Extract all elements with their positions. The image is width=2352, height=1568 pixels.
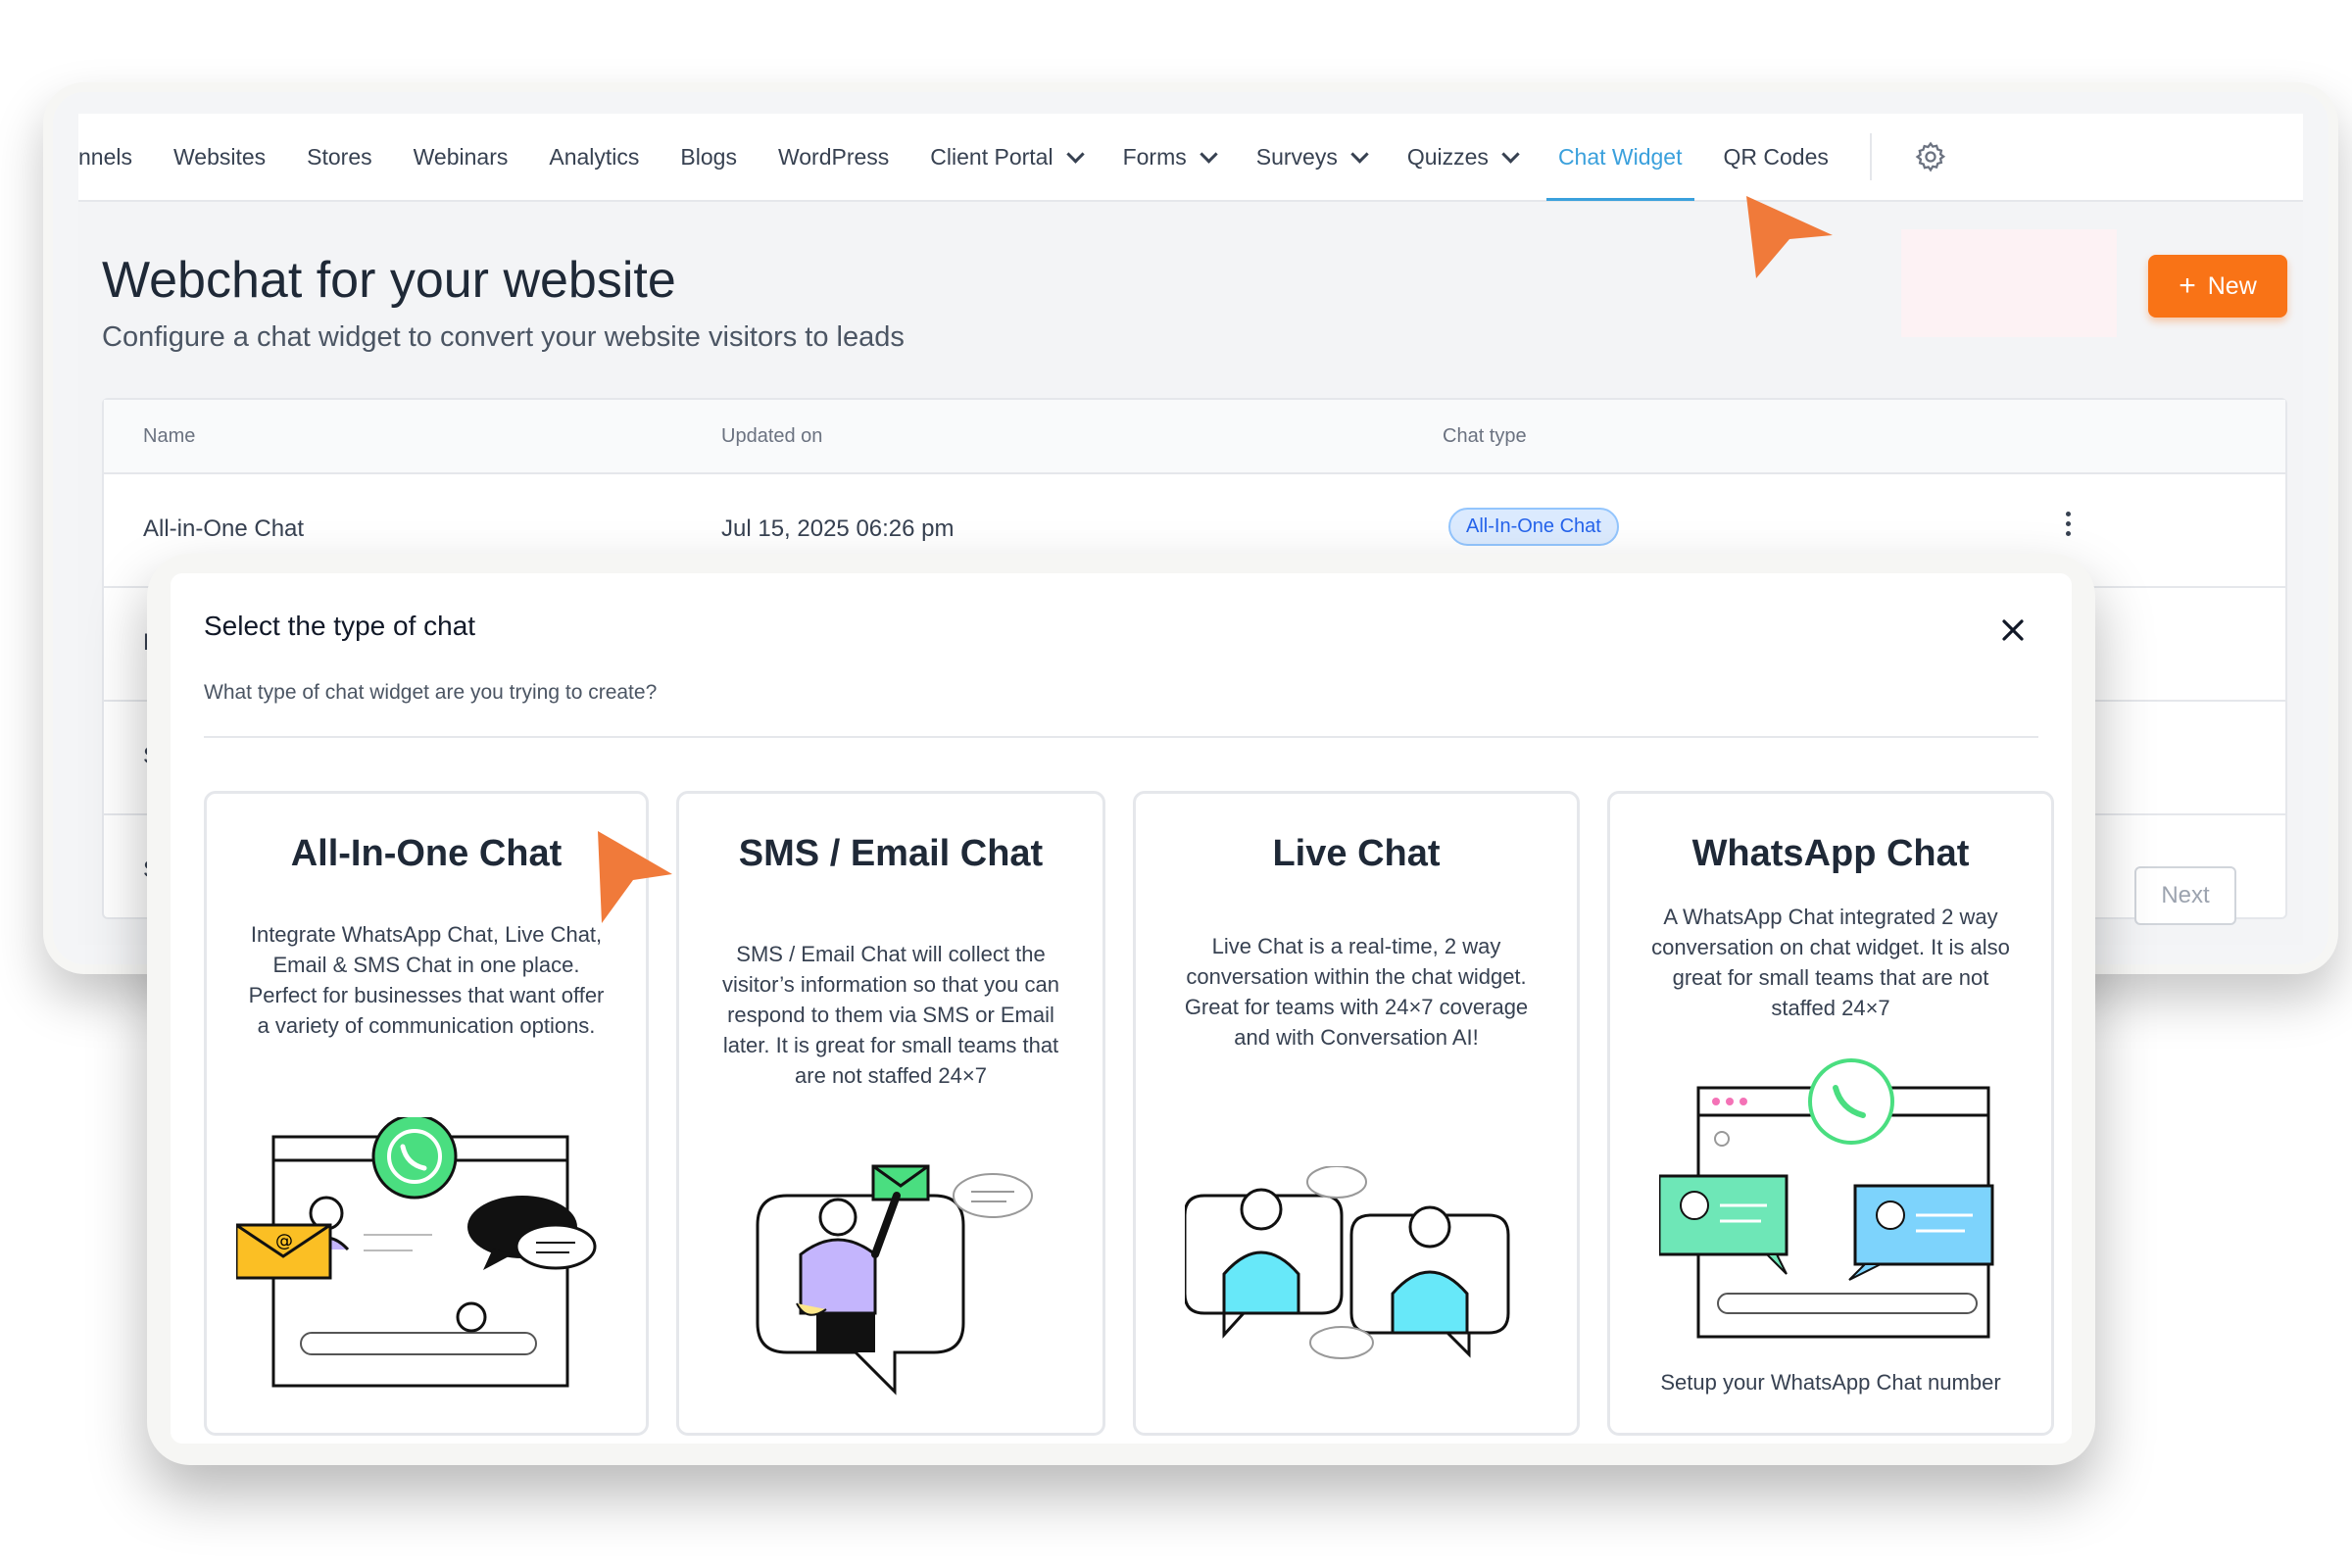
- next-page-button[interactable]: Next: [2134, 866, 2236, 925]
- chevron-down-icon: [1065, 144, 1085, 164]
- pointer-cursor-icon: [598, 831, 672, 923]
- card-description: SMS / Email Chat will collect the visito…: [721, 942, 1060, 1088]
- card-whatsapp-chat[interactable]: WhatsApp Chat A WhatsApp Chat integrated…: [1607, 791, 2054, 1436]
- nav-divider: [1869, 133, 1872, 180]
- chevron-down-icon: [1501, 144, 1520, 164]
- table-header: Name Updated on Chat type: [104, 400, 2285, 474]
- row-name: All-in-One Chat: [143, 515, 305, 542]
- card-description: Integrate WhatsApp Chat, Live Chat, Emai…: [248, 922, 605, 1038]
- nav-item-analytics[interactable]: Analytics: [549, 114, 639, 200]
- chat-type-badge: All-In-One Chat: [1448, 508, 1619, 546]
- card-title: All-In-One Chat: [290, 833, 563, 874]
- svg-text:@: @: [275, 1231, 293, 1251]
- whatsapp-setup-link[interactable]: Setup your WhatsApp Chat number: [1610, 1370, 2051, 1396]
- nav-item-quizzes[interactable]: Quizzes: [1407, 114, 1520, 200]
- modal-subtitle: What type of chat widget are you trying …: [204, 681, 658, 704]
- row-updated: Jul 15, 2025 06:26 pm: [721, 515, 955, 542]
- card-all-in-one-chat[interactable]: All-In-One Chat Integrate WhatsApp Chat,…: [204, 791, 649, 1436]
- nav-items: nnels Websites Stores Webinars Analytics…: [78, 114, 1948, 201]
- sms-email-illustration-icon: [756, 1164, 1033, 1396]
- live-chat-illustration-icon: [1185, 1166, 1510, 1359]
- card-description: Live Chat is a real-time, 2 way conversa…: [1184, 934, 1529, 1050]
- card-description: A WhatsApp Chat integrated 2 way convers…: [1651, 905, 2010, 1020]
- nav-item-qr-codes[interactable]: QR Codes: [1724, 114, 1829, 200]
- nav-item-wordpress[interactable]: WordPress: [778, 114, 889, 200]
- card-title: Live Chat: [1272, 833, 1441, 874]
- column-header-updated: Updated on: [721, 425, 823, 447]
- gear-icon[interactable]: [1913, 139, 1948, 174]
- nav-item-forms[interactable]: Forms: [1123, 114, 1218, 200]
- nav-item-blogs[interactable]: Blogs: [680, 114, 737, 200]
- nav-item-webinars[interactable]: Webinars: [414, 114, 509, 200]
- modal-title: Select the type of chat: [204, 611, 476, 641]
- nav-item-websites[interactable]: Websites: [173, 114, 266, 200]
- nav-item-chat-widget[interactable]: Chat Widget: [1545, 114, 1694, 201]
- modal-divider: [204, 736, 2038, 738]
- nav-item-client-portal[interactable]: Client Portal: [930, 114, 1085, 200]
- highlight-region: [1901, 229, 2117, 337]
- page-title: Webchat for your website: [102, 252, 676, 309]
- chevron-down-icon: [1200, 144, 1218, 164]
- all-in-one-illustration-icon: @: [236, 1117, 597, 1388]
- new-button[interactable]: + New: [2148, 255, 2287, 318]
- nav-item-surveys[interactable]: Surveys: [1256, 114, 1369, 200]
- close-icon[interactable]: [1999, 616, 2027, 644]
- page-subtitle: Configure a chat widget to convert your …: [102, 321, 905, 353]
- more-options-icon[interactable]: [2066, 512, 2072, 536]
- nav-item-funnels[interactable]: nnels: [78, 114, 132, 200]
- chevron-down-icon: [1350, 144, 1369, 164]
- column-header-name: Name: [143, 425, 196, 447]
- select-chat-type-modal: Select the type of chat What type of cha…: [171, 573, 2072, 1444]
- chat-type-modal-frame: Select the type of chat What type of cha…: [147, 554, 2095, 1465]
- whatsapp-illustration-icon: [1659, 1058, 1994, 1339]
- plus-icon: +: [2179, 270, 2196, 302]
- nav-item-stores[interactable]: Stores: [307, 114, 371, 200]
- card-title: SMS / Email Chat: [738, 833, 1044, 874]
- top-navigation-bar: nnels Websites Stores Webinars Analytics…: [78, 114, 2303, 202]
- card-live-chat[interactable]: Live Chat Live Chat is a real-time, 2 wa…: [1133, 791, 1580, 1436]
- pointer-cursor-icon: [1746, 196, 1833, 278]
- card-sms-email-chat[interactable]: SMS / Email Chat SMS / Email Chat will c…: [676, 791, 1105, 1436]
- card-title: WhatsApp Chat: [1691, 833, 1970, 874]
- column-header-chat-type: Chat type: [1443, 425, 1527, 447]
